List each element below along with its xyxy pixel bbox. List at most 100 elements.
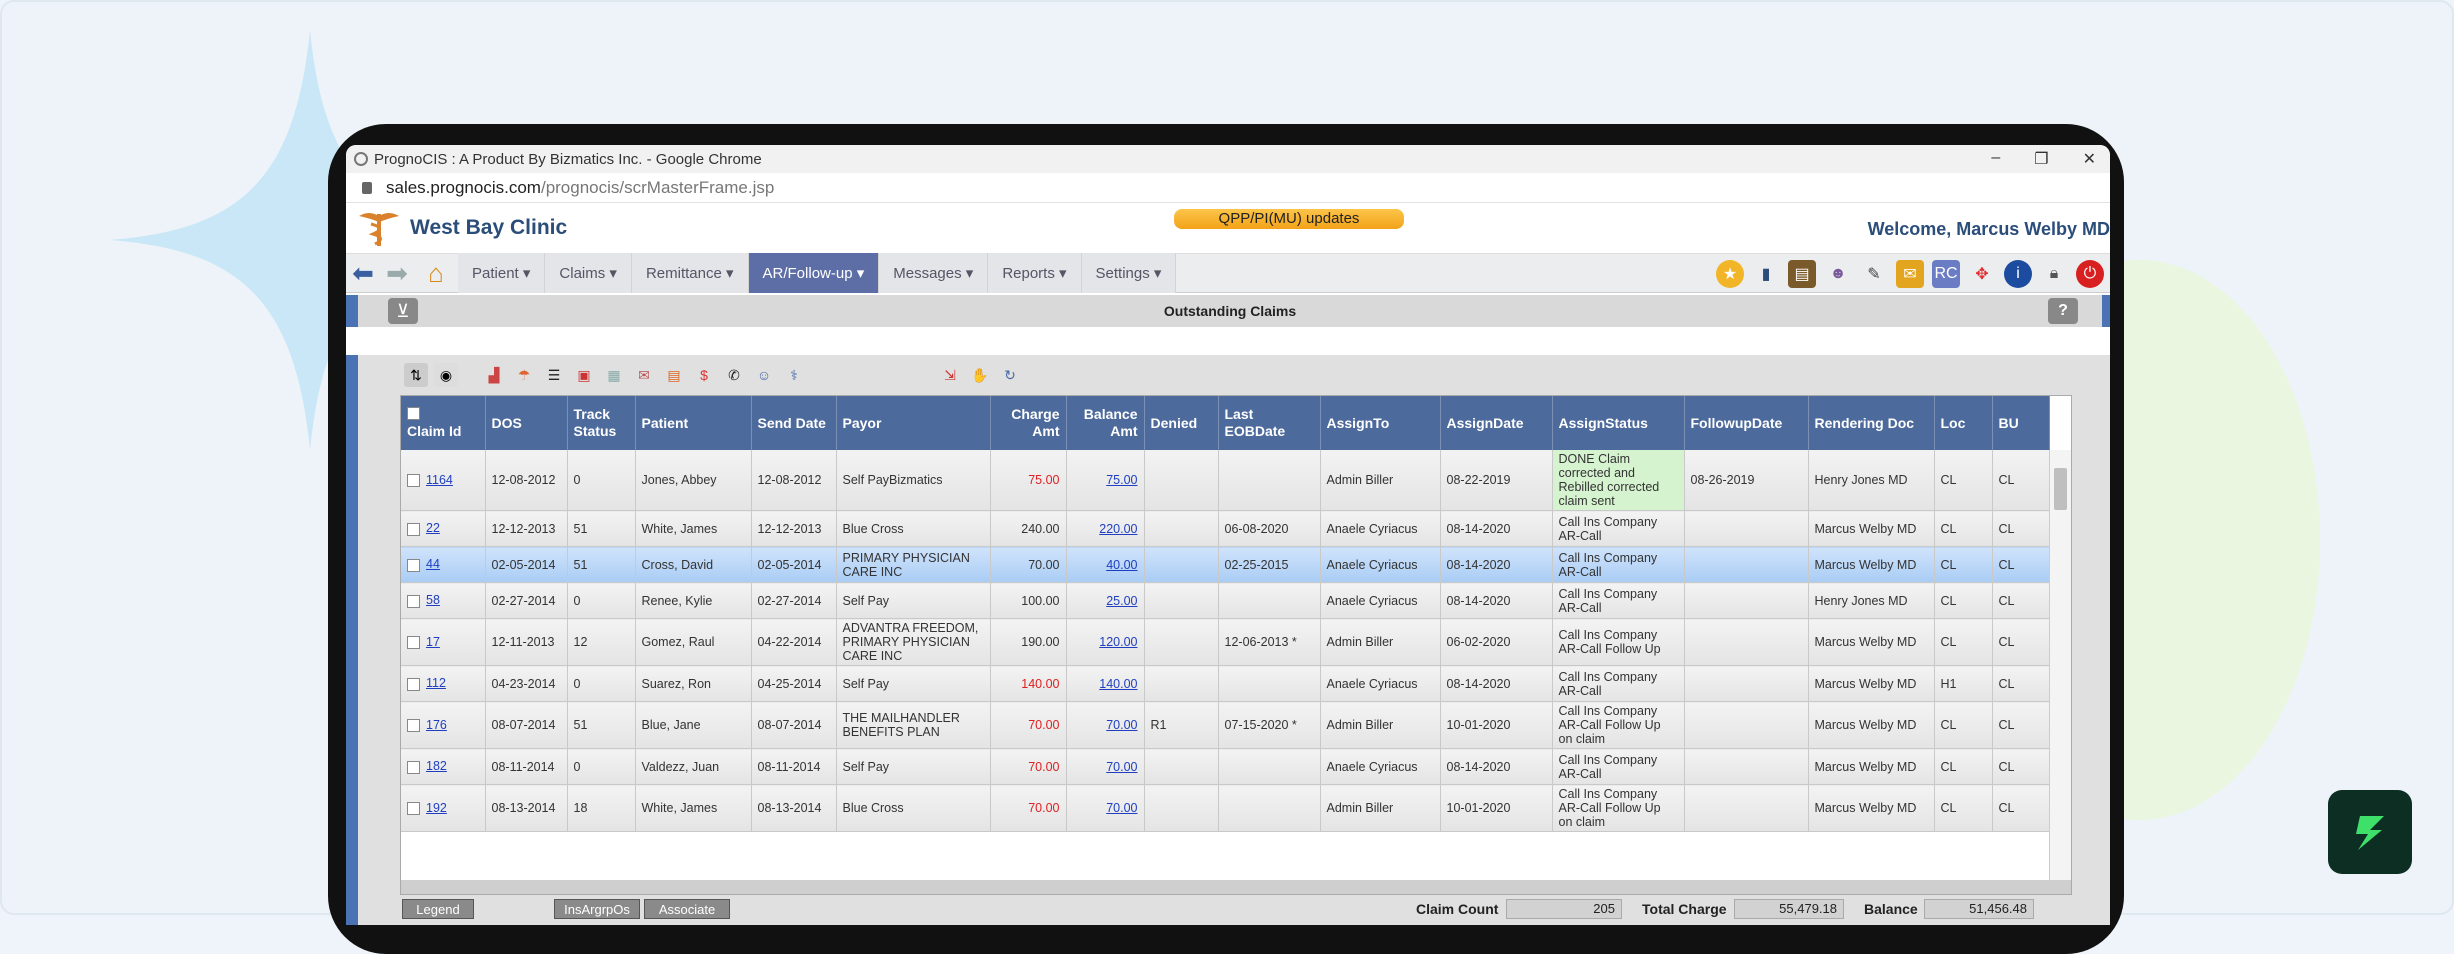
mail-icon[interactable]: ✉	[632, 363, 656, 387]
associate-button[interactable]: Associate	[644, 899, 730, 919]
column-header[interactable]: AssignDate	[1440, 396, 1553, 450]
balance-link[interactable]: 40.00	[1106, 558, 1137, 572]
sort-icon[interactable]: ⇅	[404, 363, 428, 387]
nav-item-reports[interactable]: Reports ▾	[988, 253, 1082, 293]
row-checkbox[interactable]	[407, 522, 420, 536]
list-icon[interactable]: ☰	[542, 363, 566, 387]
nav-item-claims[interactable]: Claims ▾	[545, 253, 632, 293]
balance-link[interactable]: 120.00	[1099, 635, 1137, 649]
minimize-button[interactable]: –	[1991, 149, 2000, 169]
view-icon[interactable]: ◉	[434, 363, 458, 387]
table-row[interactable]: 22 12-12-2013 51 White, James 12-12-2013 Blue…	[401, 510, 2050, 547]
column-header[interactable]: Patient	[635, 396, 752, 450]
row-checkbox[interactable]	[407, 636, 420, 650]
table-row[interactable]: 44 02-05-2014 51 Cross, David 02-05-2014 PRIM…	[401, 546, 2050, 583]
column-header[interactable]: Send Date	[751, 396, 837, 450]
table-row[interactable]: 112 04-23-2014 0 Suarez, Ron 04-25-2014 Self …	[401, 665, 2050, 702]
column-header[interactable]: Payor	[836, 396, 991, 450]
info-icon[interactable]: i	[2004, 260, 2032, 288]
address-bar[interactable]: sales.prognocis.com/prognocis/scrMasterF…	[346, 173, 2110, 203]
table-row[interactable]: 17 12-11-2013 12 Gomez, Raul 04-22-2014 ADVAN…	[401, 618, 2050, 666]
phone-icon[interactable]: ✆	[722, 363, 746, 387]
row-checkbox[interactable]	[407, 760, 420, 774]
rc-icon[interactable]: RC	[1932, 260, 1960, 288]
person-icon[interactable]: ☺	[752, 363, 776, 387]
maximize-button[interactable]: ❐	[2034, 149, 2048, 169]
hand-icon[interactable]: ✋	[968, 363, 992, 387]
column-header[interactable]: Loc	[1934, 396, 1993, 450]
row-checkbox[interactable]	[407, 802, 420, 816]
chart-icon[interactable]: ▮	[1752, 260, 1780, 288]
balance-link[interactable]: 25.00	[1106, 594, 1137, 608]
column-header[interactable]: Balance Amt	[1066, 396, 1145, 450]
tag-icon[interactable]: ☂	[512, 363, 536, 387]
claim-id-link[interactable]: 17	[426, 635, 440, 649]
balance-link[interactable]: 75.00	[1106, 473, 1137, 487]
help-button[interactable]: ?	[2048, 298, 2078, 324]
dollar-icon[interactable]: $	[692, 363, 716, 387]
claim-id-link[interactable]: 176	[426, 718, 447, 732]
notes-icon[interactable]: ▤	[662, 363, 686, 387]
back-arrow-icon[interactable]: ⬅	[346, 258, 380, 289]
claim-id-link[interactable]: 192	[426, 801, 447, 815]
document-icon[interactable]: ▣	[572, 363, 596, 387]
table-row[interactable]: 58 02-27-2014 0 Renee, Kylie 02-27-2014 Self …	[401, 582, 2050, 619]
column-header[interactable]: AssignStatus	[1552, 396, 1685, 450]
row-checkbox[interactable]	[407, 719, 420, 733]
lock-screen-icon[interactable]: 🔒︎	[2040, 260, 2068, 288]
nav-item-remittance[interactable]: Remittance ▾	[631, 253, 749, 293]
claim-id-link[interactable]: 44	[426, 557, 440, 571]
claim-id-link[interactable]: 22	[426, 521, 440, 535]
nav-item-ar-follow-up[interactable]: AR/Follow-up ▾	[748, 253, 880, 293]
column-header[interactable]: Claim Id	[401, 396, 486, 450]
home-icon[interactable]: ⌂	[414, 258, 458, 289]
column-header[interactable]: AssignTo	[1320, 396, 1441, 450]
nav-item-messages[interactable]: Messages ▾	[879, 253, 989, 293]
grid-icon[interactable]: ▦	[602, 363, 626, 387]
legend-button[interactable]: Legend	[402, 899, 474, 919]
column-header[interactable]: Rendering Doc	[1808, 396, 1935, 450]
power-icon[interactable]: ⏻	[2076, 260, 2104, 288]
table-row[interactable]: 192 08-13-2014 18 White, James 08-13-2014 Blu…	[401, 784, 2050, 832]
nav-item-patient[interactable]: Patient ▾	[458, 253, 546, 293]
column-header[interactable]: Denied	[1144, 396, 1219, 450]
scrollbar-thumb[interactable]	[2054, 468, 2067, 510]
user-icon[interactable]: ☻	[1824, 260, 1852, 288]
nav-item-settings[interactable]: Settings ▾	[1081, 253, 1177, 293]
edit-icon[interactable]: ✎	[1860, 260, 1888, 288]
column-header[interactable]: Track Status	[567, 396, 636, 450]
export-icon[interactable]: ⇲	[938, 363, 962, 387]
column-header[interactable]: Last EOBDate	[1218, 396, 1321, 450]
balance-link[interactable]: 70.00	[1106, 801, 1137, 815]
refresh-icon[interactable]: ↻	[998, 363, 1022, 387]
claim-id-link[interactable]: 182	[426, 759, 447, 773]
row-checkbox[interactable]	[407, 558, 420, 572]
close-button[interactable]: ✕	[2083, 149, 2096, 169]
announcement-banner[interactable]: QPP/PI(MU) updates	[1174, 209, 1404, 229]
forward-arrow-icon[interactable]: ➡	[380, 258, 414, 289]
claim-id-link[interactable]: 1164	[426, 473, 453, 487]
folder-icon[interactable]: ▤	[1788, 260, 1816, 288]
select-all-checkbox[interactable]	[407, 406, 420, 420]
row-checkbox[interactable]	[407, 474, 420, 488]
table-row[interactable]: 176 08-07-2014 51 Blue, Jane 08-07-2014 THE M…	[401, 701, 2050, 749]
insargrpos-button[interactable]: InsArgrpOs	[554, 899, 640, 919]
row-checkbox[interactable]	[407, 594, 420, 608]
balance-link[interactable]: 70.00	[1106, 718, 1137, 732]
expand-icon[interactable]: ✥	[1968, 260, 1996, 288]
column-header[interactable]: FollowupDate	[1684, 396, 1809, 450]
table-row[interactable]: 182 08-11-2014 0 Valdezz, Juan 08-11-2014 Sel…	[401, 748, 2050, 785]
table-row[interactable]: 1164 12-08-2012 0 Jones, Abbey 12-08-2012 Sel…	[401, 450, 2050, 511]
column-header[interactable]: Charge Amt	[990, 396, 1067, 450]
balance-link[interactable]: 70.00	[1106, 760, 1137, 774]
column-header[interactable]: DOS	[485, 396, 568, 450]
report-icon[interactable]: ▟	[482, 363, 506, 387]
balance-link[interactable]: 140.00	[1099, 677, 1137, 691]
claim-id-link[interactable]: 112	[426, 676, 446, 690]
row-checkbox[interactable]	[407, 677, 420, 691]
stethoscope-icon[interactable]: ⚕	[782, 363, 806, 387]
vertical-scrollbar[interactable]	[2049, 450, 2071, 882]
balance-link[interactable]: 220.00	[1099, 522, 1137, 536]
notification-icon[interactable]: ✉	[1896, 260, 1924, 288]
column-header[interactable]: BU	[1992, 396, 2050, 450]
